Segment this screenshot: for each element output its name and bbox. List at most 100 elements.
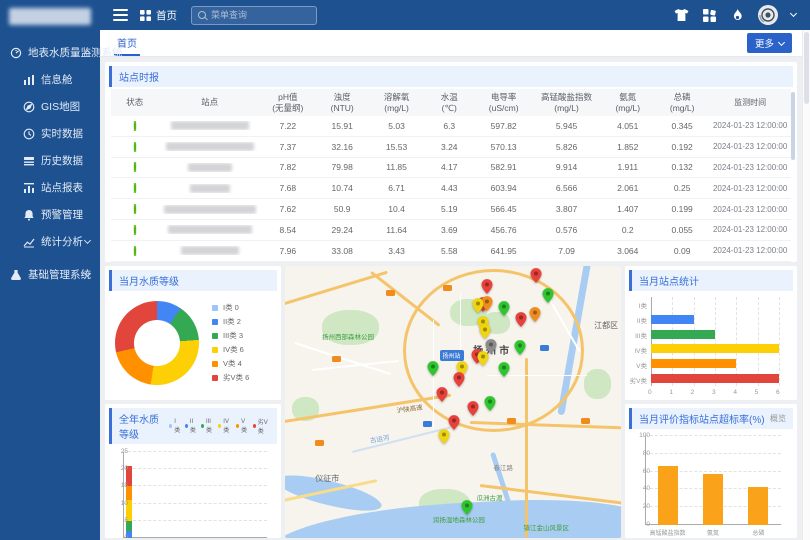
stations-map[interactable]: 扬州市江都区仪征市扬州站扬州西部森林公园古运河沪陕高速春江路瓜洲古渡润扬湿地森林… [285, 266, 621, 538]
map-label: 江都区 [594, 320, 618, 331]
app-logo [9, 8, 91, 25]
legend-item[interactable]: 劣V类 [253, 417, 270, 435]
sidebar-item-warning-management[interactable]: 预警管理 [0, 201, 100, 228]
gridline [779, 297, 780, 386]
road [352, 427, 450, 453]
legend-item[interactable]: V类 4 [212, 358, 249, 369]
hamburger-menu-icon[interactable] [113, 6, 128, 24]
map-pin-red[interactable] [454, 372, 465, 392]
map-pin-orange[interactable] [482, 296, 493, 316]
overview-link[interactable]: 概览 [770, 413, 786, 424]
year-grade-title-text: 全年水质等级 [119, 411, 169, 441]
station-cell [159, 184, 261, 193]
table-scrollbar[interactable] [791, 92, 795, 160]
legend-item[interactable]: II类 [185, 417, 197, 435]
legend-item[interactable]: II类 2 [212, 316, 249, 327]
map-pin-green[interactable] [427, 361, 438, 381]
legend-item[interactable]: III类 3 [212, 330, 249, 341]
sidebar-item-station-report[interactable]: 站点报表 [0, 174, 100, 201]
sidebar-group-label: 基础管理系统 [28, 267, 91, 282]
station-report-panel: 站点时报 状态站点pH值(无量纲)浊度(NTU)溶解氧(mg/L)水温(℃)电导… [105, 62, 797, 262]
sidebar-item-label: 预警管理 [41, 207, 83, 222]
gridline [672, 297, 673, 386]
time-cell: 2024-01-23 12:00:00 [709, 184, 791, 193]
legend-marker [218, 424, 221, 428]
column-header-4: 溶解氧(mg/L) [369, 92, 423, 113]
legend-label: III类 3 [223, 330, 243, 341]
sidebar-group-surface-water-system[interactable]: 地表水质量监测系统 [0, 39, 100, 66]
station-name-redacted [166, 142, 254, 151]
map-pin-orange[interactable] [529, 307, 540, 327]
exceed-rate-title: 当月评价指标站点超标率(%) 概览 [629, 408, 793, 429]
h-bar [651, 359, 736, 368]
menu-search[interactable] [191, 6, 317, 25]
map-label: 瓜洲古渡 [477, 492, 503, 502]
y-axis-line [651, 297, 652, 386]
sidebar-item-info-cabin[interactable]: 信息舱 [0, 66, 100, 93]
map-pin-green[interactable] [543, 288, 554, 308]
time-cell: 2024-01-23 12:00:00 [709, 163, 791, 172]
value-cell: 10.74 [315, 183, 369, 193]
status-dot-normal [134, 142, 136, 152]
map-pin-green[interactable] [461, 500, 472, 520]
value-cell: 7.09 [533, 246, 601, 256]
value-cell: 4.43 [424, 183, 475, 193]
more-button[interactable]: 更多 [747, 33, 792, 53]
map-pin-red[interactable] [515, 312, 526, 332]
search-input[interactable] [211, 10, 301, 20]
road-shield [386, 290, 395, 296]
map-pin-red[interactable] [437, 387, 448, 407]
legend-item[interactable]: IV类 [218, 417, 232, 435]
legend-item[interactable]: IV类 6 [212, 344, 249, 355]
page-scrollbar[interactable] [802, 30, 810, 540]
tabbar: 首页 更多 [100, 30, 802, 57]
sidebar-item-history-data[interactable]: 历史数据 [0, 147, 100, 174]
map-pin-red[interactable] [449, 415, 460, 435]
value-cell: 8.54 [261, 225, 315, 235]
map-pin-gray[interactable] [486, 339, 497, 359]
sidebar-item-statistics-analysis[interactable]: 统计分析 [0, 228, 100, 255]
chevron-down-icon[interactable] [790, 10, 797, 17]
base-system-icon [10, 269, 22, 281]
h-bar [651, 344, 779, 353]
sidebar-group-base-management[interactable]: 基础管理系统 [0, 261, 100, 288]
legend-item[interactable]: V类 [236, 417, 249, 435]
avatar[interactable] [758, 5, 778, 25]
y-tick-label: 25 [121, 448, 128, 455]
left-column: 当月水质等级 I类 0II类 2III类 3IV类 6V类 4劣V类 6 全年水… [105, 266, 281, 538]
system-icon [10, 47, 22, 59]
sidebar-item-realtime-data[interactable]: 实时数据 [0, 120, 100, 147]
value-cell: 32.16 [315, 142, 369, 152]
value-cell: 0.576 [533, 225, 601, 235]
value-cell: 10.4 [369, 204, 423, 214]
status-dot-normal [134, 121, 136, 131]
gis-map-icon [23, 101, 35, 113]
y-tick-label: 20 [121, 465, 128, 472]
road-shield [332, 356, 341, 362]
map-pin-green[interactable] [499, 301, 510, 321]
legend-item[interactable]: III类 [201, 417, 214, 435]
map-pin-green[interactable] [485, 396, 496, 416]
vbar-plot [645, 436, 781, 525]
map-pin-green[interactable] [514, 340, 525, 360]
page-scrollbar-thumb[interactable] [804, 32, 809, 104]
layout-icon[interactable] [702, 8, 717, 23]
y-tick-label: 40 [643, 485, 650, 492]
map-pin-red[interactable] [468, 401, 479, 421]
map-pin-red[interactable] [530, 268, 541, 288]
legend-marker [253, 424, 256, 428]
value-cell: 3.807 [533, 204, 601, 214]
column-header-3: 浊度(NTU) [315, 92, 369, 113]
flame-icon[interactable] [730, 8, 745, 23]
nav-home[interactable]: 首页 [140, 8, 177, 23]
sidebar-item-gis-map[interactable]: GIS地图 [0, 93, 100, 120]
theme-skin-icon[interactable] [674, 8, 689, 23]
legend-item[interactable]: 劣V类 6 [212, 372, 249, 383]
road [525, 358, 528, 538]
status-cell [111, 121, 159, 131]
legend-item[interactable]: I类 [169, 417, 181, 435]
category-label: I类 [625, 300, 647, 310]
legend-item[interactable]: I类 0 [212, 302, 249, 313]
map-pin-green[interactable] [499, 362, 510, 382]
map-pin-yellow[interactable] [439, 429, 450, 449]
